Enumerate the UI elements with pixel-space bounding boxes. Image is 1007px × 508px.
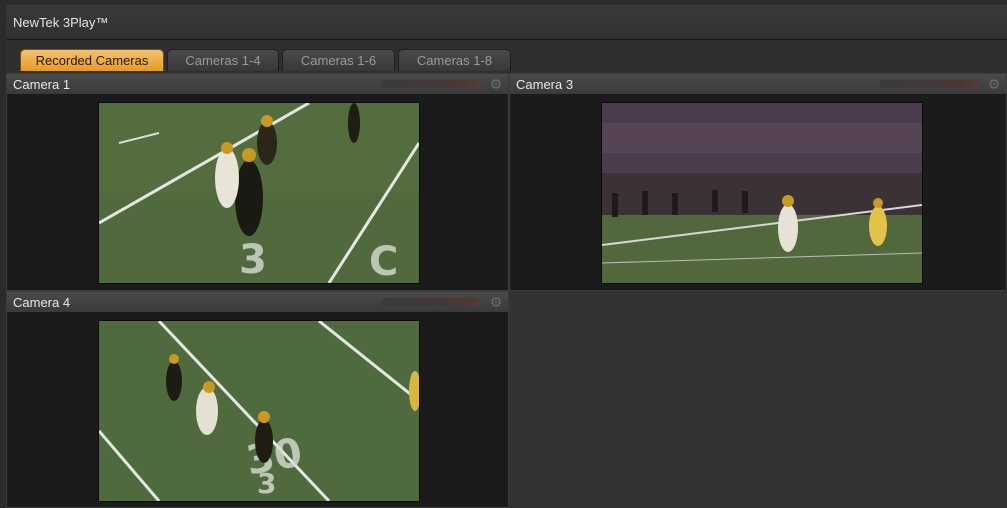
title-bar: NewTek 3Play™ xyxy=(6,5,1007,40)
window-title: NewTek 3Play™ xyxy=(13,15,109,30)
camera-video: 3 C xyxy=(98,102,420,284)
camera-pane-4[interactable]: Camera 4 ⚙ 30 3 xyxy=(6,291,509,508)
camera-pane-1[interactable]: Camera 1 ⚙ 3 C xyxy=(6,73,509,291)
camera-pane-header: Camera 4 ⚙ xyxy=(7,292,508,313)
camera-label: Camera 3 xyxy=(516,77,574,92)
audio-meter xyxy=(880,80,980,88)
camera-pane-header: Camera 1 ⚙ xyxy=(7,74,508,95)
tab-cameras-1-8[interactable]: Cameras 1-8 xyxy=(398,49,511,71)
camera-pane-3[interactable]: Camera 3 ⚙ xyxy=(509,73,1007,291)
camera-video: 30 3 xyxy=(98,320,420,502)
empty-pane xyxy=(509,291,1007,508)
gear-icon[interactable]: ⚙ xyxy=(986,76,1002,92)
gear-icon[interactable]: ⚙ xyxy=(488,294,504,310)
svg-text:C: C xyxy=(369,239,398,283)
audio-meter xyxy=(382,298,482,306)
tab-cameras-1-4[interactable]: Cameras 1-4 xyxy=(167,49,279,71)
app-window: NewTek 3Play™ Recorded Cameras Cameras 1… xyxy=(6,5,1007,508)
svg-text:3: 3 xyxy=(239,237,267,283)
tab-recorded-cameras[interactable]: Recorded Cameras xyxy=(20,49,164,71)
audio-meter xyxy=(382,80,482,88)
camera-pane-header: Camera 3 ⚙ xyxy=(510,74,1006,95)
camera-label: Camera 1 xyxy=(13,77,71,92)
svg-text:3: 3 xyxy=(257,467,276,500)
camera-video xyxy=(601,102,923,284)
camera-label: Camera 4 xyxy=(13,295,71,310)
tab-strip: Recorded Cameras Cameras 1-4 Cameras 1-6… xyxy=(6,41,1007,75)
tab-cameras-1-6[interactable]: Cameras 1-6 xyxy=(282,49,395,71)
gear-icon[interactable]: ⚙ xyxy=(488,76,504,92)
